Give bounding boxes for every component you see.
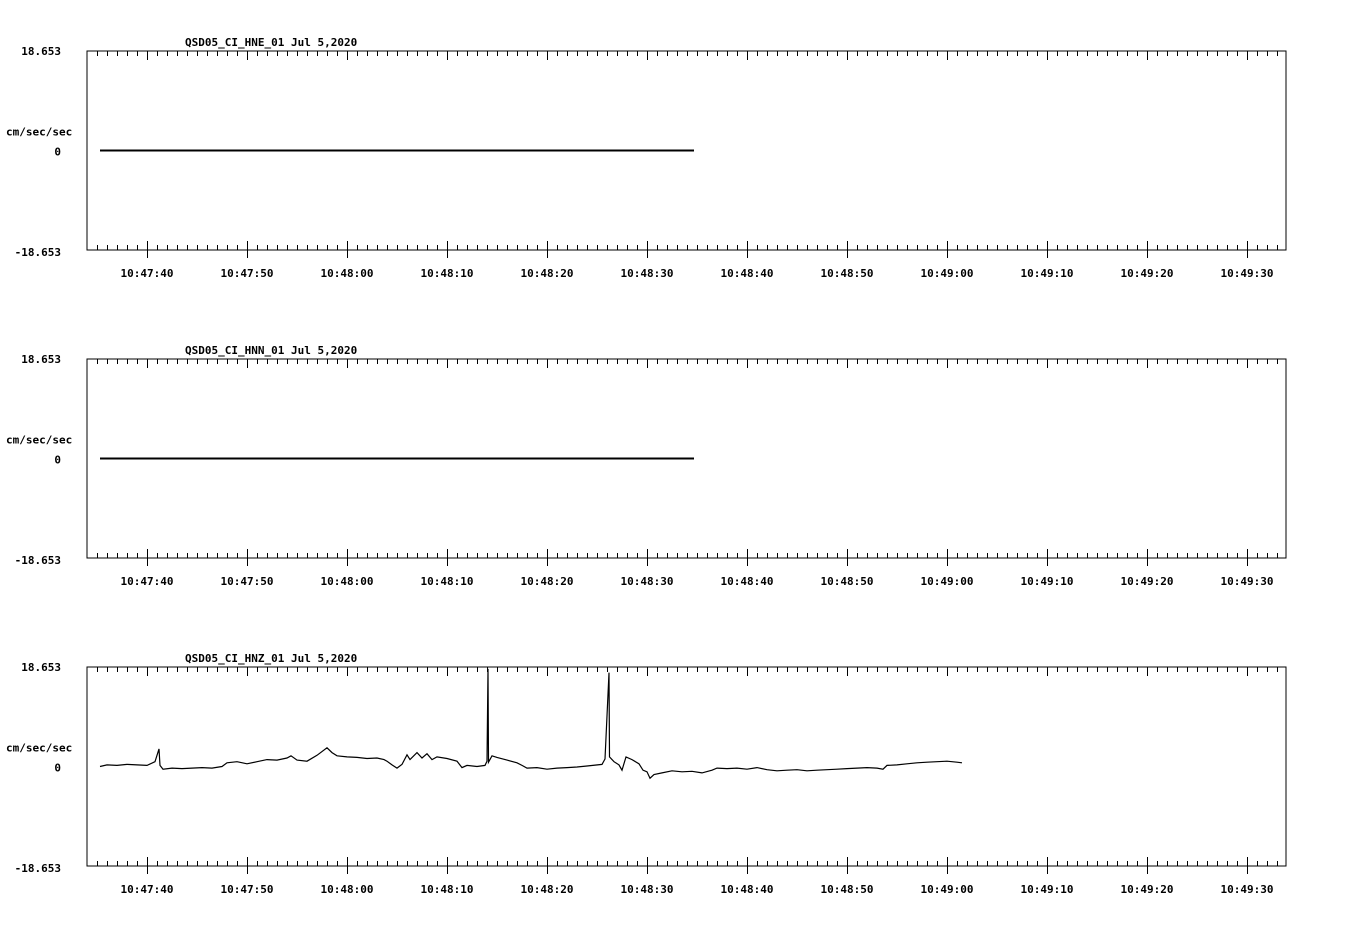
chart-title: QSD05_CI_HNN_01 Jul 5,2020: [185, 344, 357, 357]
chart-panel-1: QSD05_CI_HNE_01 Jul 5,2020 18.653 0 -18.653…: [6, 36, 1287, 280]
x-tick-label: 10:49:30: [1221, 883, 1274, 896]
x-tick-label: 10:48:50: [821, 575, 874, 588]
x-tick-label: 10:48:00: [321, 883, 374, 896]
x-tick-label: 10:49:00: [921, 267, 974, 280]
seismogram-charts: QSD05_CI_HNE_01 Jul 5,2020 18.653 0 -18.653…: [6, 36, 1287, 896]
y-axis-label: cm/sec/sec: [6, 434, 72, 447]
x-tick-label: 10:48:00: [321, 575, 374, 588]
x-tick-label: 10:49:00: [921, 575, 974, 588]
chart-panel-2: QSD05_CI_HNN_01 Jul 5,2020 18.653 0 -18.653…: [6, 344, 1287, 588]
x-tick-label: 10:48:00: [321, 267, 374, 280]
y-axis-label: cm/sec/sec: [6, 742, 72, 755]
chart-title: QSD05_CI_HNZ_01 Jul 5,2020: [185, 652, 357, 665]
x-tick-label: 10:47:40: [121, 267, 174, 280]
plot-frame: [86, 666, 1287, 867]
seismic-trace-line: [99, 668, 963, 780]
x-tick-label: 10:49:00: [921, 883, 974, 896]
y-tick-label-min: -18.653: [15, 862, 61, 875]
x-tick-label: 10:48:50: [821, 267, 874, 280]
y-tick-label-zero: 0: [54, 146, 61, 159]
x-tick-label: 10:48:40: [721, 575, 774, 588]
x-tick-label: 10:48:30: [621, 575, 674, 588]
x-tick-label: 10:47:50: [221, 267, 274, 280]
x-tick-label: 10:48:50: [821, 883, 874, 896]
y-tick-label-max: 18.653: [21, 661, 61, 674]
x-tick-label: 10:49:10: [1021, 267, 1074, 280]
x-tick-label: 10:48:10: [421, 267, 474, 280]
y-tick-label-min: -18.653: [15, 246, 61, 259]
x-tick-label: 10:47:50: [221, 575, 274, 588]
x-tick-label: 10:48:40: [721, 883, 774, 896]
y-tick-label-min: -18.653: [15, 554, 61, 567]
x-tick-label: 10:48:20: [521, 267, 574, 280]
x-tick-label: 10:49:20: [1121, 575, 1174, 588]
y-tick-label-zero: 0: [54, 454, 61, 467]
y-tick-label-zero: 0: [54, 762, 61, 775]
seismogram-page: QSD05_CI_HNE_01 Jul 5,2020 18.653 0 -18.653…: [0, 0, 1358, 924]
chart-panel-3: QSD05_CI_HNZ_01 Jul 5,2020 18.653 0 -18.653…: [6, 652, 1287, 896]
minor-ticks: [97, 667, 1278, 866]
x-tick-label: 10:49:10: [1021, 883, 1074, 896]
x-tick-label: 10:49:10: [1021, 575, 1074, 588]
x-tick-label: 10:48:10: [421, 575, 474, 588]
x-tick-label: 10:48:20: [521, 883, 574, 896]
x-tick-label: 10:47:50: [221, 883, 274, 896]
x-tick-label: 10:48:20: [521, 575, 574, 588]
x-tick-label: 10:48:30: [621, 883, 674, 896]
x-tick-label: 10:49:30: [1221, 267, 1274, 280]
y-axis-label: cm/sec/sec: [6, 126, 72, 139]
x-tick-label: 10:47:40: [121, 575, 174, 588]
x-tick-label: 10:49:20: [1121, 267, 1174, 280]
x-tick-label: 10:48:30: [621, 267, 674, 280]
y-tick-label-max: 18.653: [21, 45, 61, 58]
x-tick-label: 10:49:30: [1221, 575, 1274, 588]
x-tick-label: 10:49:20: [1121, 883, 1174, 896]
x-tick-label: 10:48:10: [421, 883, 474, 896]
chart-title: QSD05_CI_HNE_01 Jul 5,2020: [185, 36, 357, 49]
x-tick-label: 10:48:40: [721, 267, 774, 280]
x-tick-label: 10:47:40: [121, 883, 174, 896]
y-tick-label-max: 18.653: [21, 353, 61, 366]
